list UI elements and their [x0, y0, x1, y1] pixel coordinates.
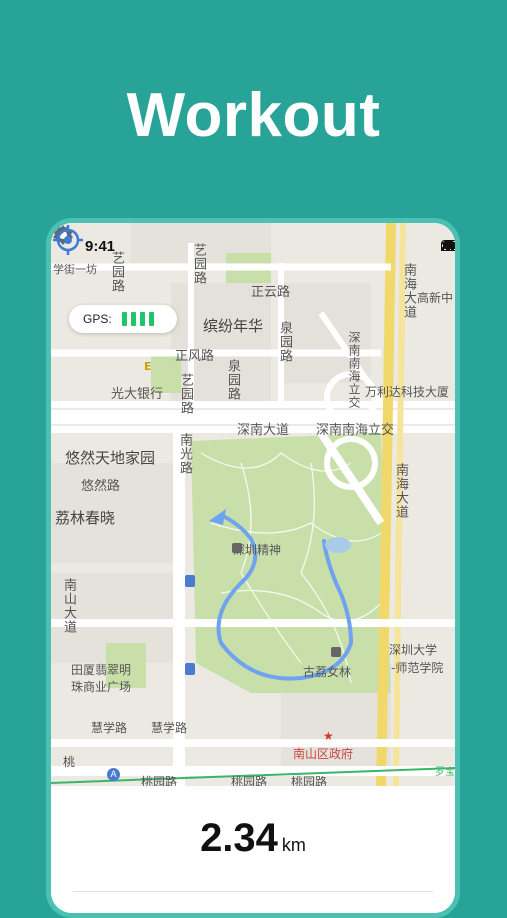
- map-label: 田厦翡翠明: [71, 663, 132, 677]
- map-label: 正云路: [251, 285, 291, 300]
- distance-unit: km: [281, 835, 306, 855]
- gps-indicator: GPS:: [69, 305, 177, 333]
- map-label: 慧学路: [151, 721, 188, 735]
- government-star-icon: ★: [323, 729, 334, 743]
- map-label: 学街一坊: [53, 263, 97, 276]
- phone-frame: 学街一坊 艺园路 艺园路 正云路 缤纷年华 泉园路 正风路 泉园路 E 光大银行…: [46, 218, 460, 918]
- map-label: 古荔女林: [303, 665, 352, 679]
- gps-bar: [139, 312, 145, 326]
- map-label: 悠然路: [81, 479, 121, 494]
- status-bar: 9:41: [51, 223, 455, 263]
- gps-signal-bars: [121, 312, 154, 326]
- map-label: 深南大道: [237, 423, 290, 438]
- divider: [73, 891, 433, 892]
- gps-bar: [121, 312, 127, 326]
- map-view[interactable]: 学街一坊 艺园路 艺园路 正云路 缤纷年华 泉园路 正风路 泉园路 E 光大银行…: [51, 223, 455, 786]
- map-label: 南光路: [177, 433, 192, 475]
- page-headline: Workout: [126, 81, 381, 150]
- locate-icon[interactable]: [51, 223, 85, 257]
- map-label: 南海大道: [393, 463, 408, 519]
- metro-icon: A: [107, 768, 120, 781]
- map-label: 桃园路: [231, 775, 268, 786]
- battery-icon: [441, 240, 455, 251]
- map-label: 南海大道: [401, 263, 416, 319]
- distance-readout: 2.34 km: [51, 816, 455, 861]
- bus-icon: [185, 663, 195, 675]
- workout-panel: 2.34 km: [51, 786, 455, 913]
- map-label: 桃园路: [291, 775, 328, 786]
- bus-icon: [185, 575, 195, 587]
- map-label: 慧学路: [91, 721, 128, 735]
- map-label: 罗宝: [435, 767, 455, 778]
- map-label: 南山区政府: [293, 747, 354, 761]
- map-label: 艺园路: [178, 373, 193, 415]
- map-label: 桃园路: [141, 775, 178, 786]
- gps-label: GPS:: [83, 312, 112, 326]
- bank-icon: E: [144, 360, 152, 373]
- museum-icon: [232, 543, 242, 553]
- map-label: 深南南海立交: [316, 423, 395, 438]
- map-label: 高新中: [417, 291, 454, 305]
- map-label: 荔林春晓: [55, 509, 116, 527]
- map-label: 光大银行: [111, 387, 164, 402]
- museum-icon: [331, 647, 341, 657]
- map-label: -师范学院: [391, 661, 444, 675]
- map-label: 深圳大学: [389, 643, 438, 657]
- gps-bar: [148, 312, 154, 326]
- map-label: 泉园路: [277, 321, 292, 363]
- map-label: 桃: [63, 755, 76, 769]
- map-label: 正风路: [175, 349, 215, 364]
- map-label: 悠然天地家园: [65, 449, 156, 467]
- map-label: 泉园路: [225, 359, 240, 401]
- map-label: 万利达科技大厦: [365, 385, 450, 399]
- distance-value: 2.34: [200, 816, 278, 860]
- map-label: 珠商业广场: [71, 680, 132, 694]
- gps-bar: [130, 312, 136, 326]
- map-label: 南山大道: [61, 578, 76, 634]
- status-time: 9:41: [85, 238, 116, 255]
- map-label: 深南南海立交: [347, 331, 361, 409]
- map-label: 缤纷年华: [203, 317, 264, 335]
